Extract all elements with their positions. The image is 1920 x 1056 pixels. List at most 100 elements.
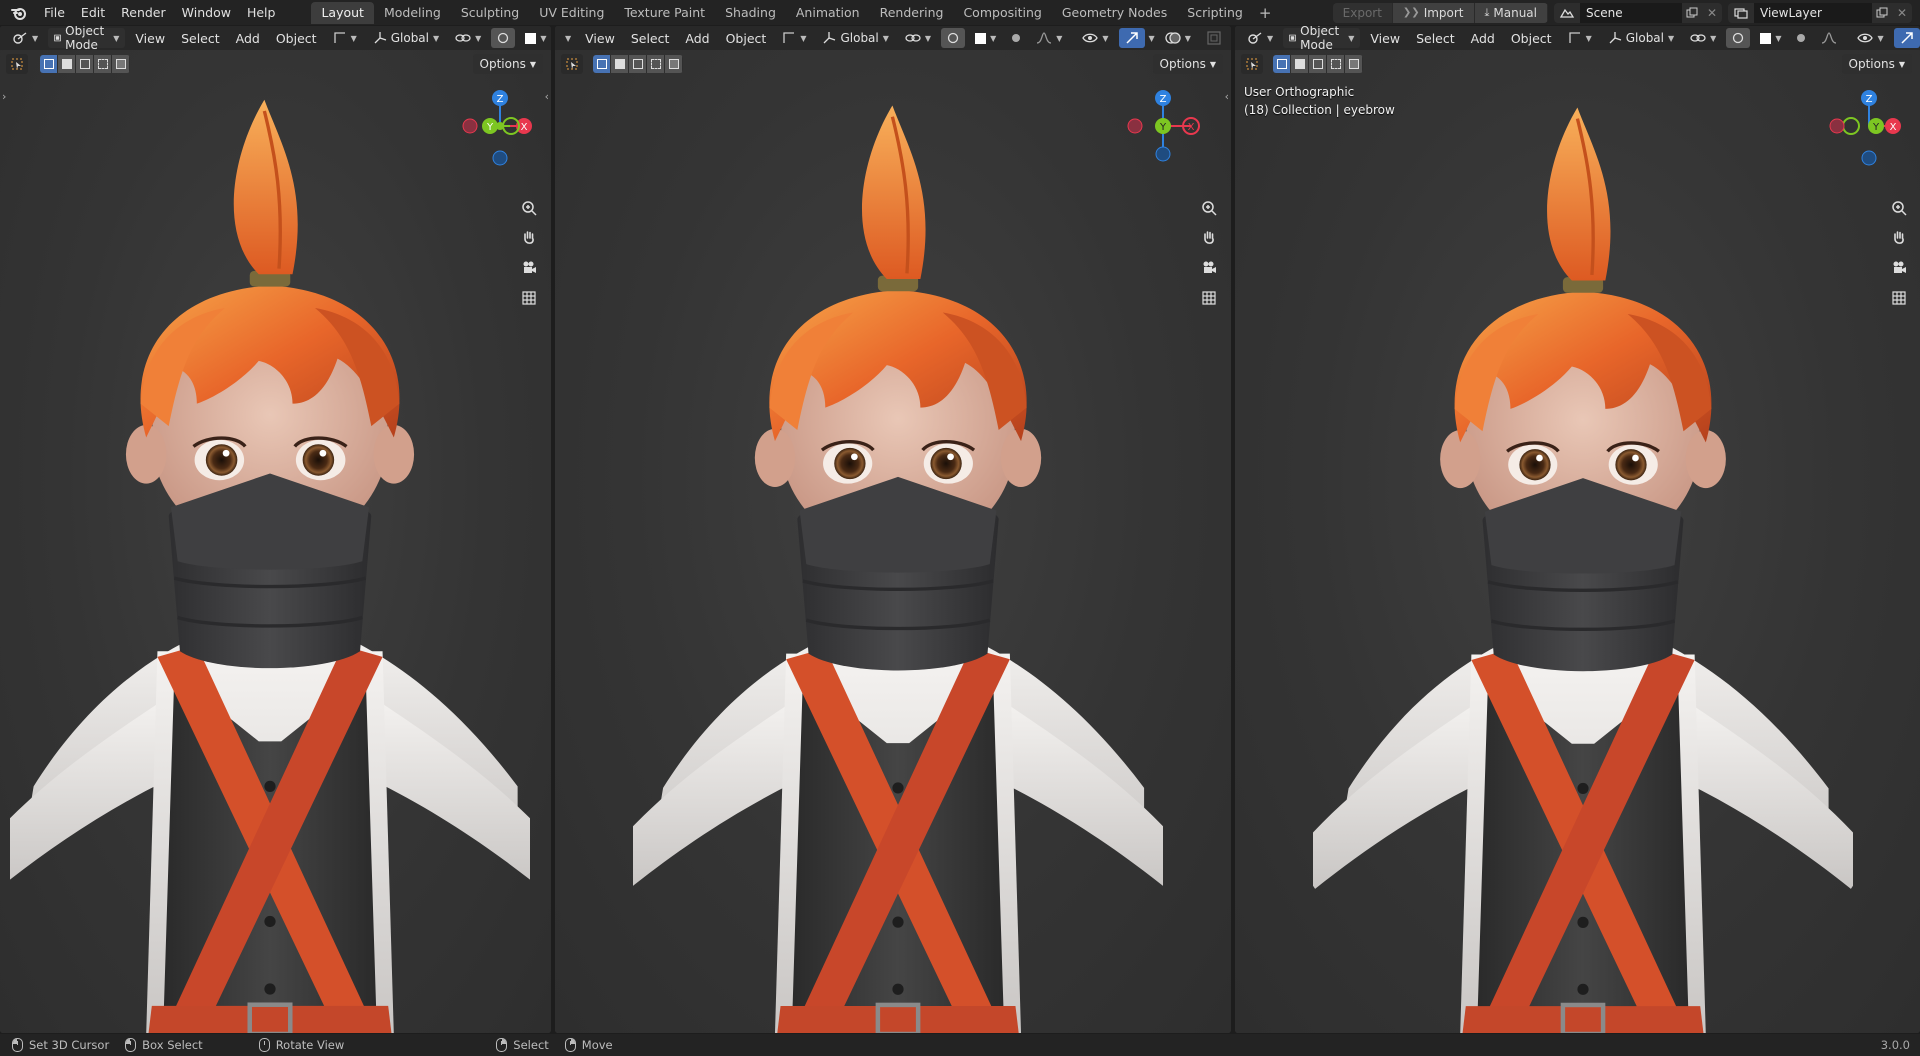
menu-render[interactable]: Render — [113, 0, 174, 25]
tab-sculpting[interactable]: Sculpting — [451, 2, 529, 24]
pan-hand-icon[interactable] — [1196, 225, 1222, 251]
tab-texture-paint[interactable]: Texture Paint — [614, 2, 715, 24]
selection-invert-icon[interactable] — [94, 55, 112, 73]
visibility-button[interactable]: ▼ — [1851, 28, 1889, 48]
selection-invert-icon[interactable] — [1327, 55, 1345, 73]
snap-button[interactable]: ▼ — [899, 28, 937, 48]
pivot-point-button[interactable] — [1791, 28, 1811, 48]
tab-uv-editing[interactable]: UV Editing — [529, 2, 614, 24]
selection-intersect-icon[interactable] — [1345, 55, 1363, 73]
selection-new-icon[interactable] — [40, 55, 58, 73]
snap-button[interactable]: ▼ — [1684, 28, 1722, 48]
transform-pivot-button[interactable]: ▼ — [1562, 28, 1598, 48]
visibility-button[interactable]: ▼ — [1076, 28, 1114, 48]
scene-name-input[interactable] — [1580, 2, 1682, 23]
selection-extend-icon[interactable] — [611, 55, 629, 73]
blender-logo-icon[interactable] — [8, 2, 30, 24]
sidebar-expand-arrow[interactable]: ‹ — [1225, 90, 1229, 103]
transform-pivot-button[interactable]: ▼ — [327, 28, 363, 48]
zoom-icon[interactable] — [1196, 195, 1222, 221]
proportional-edit-button[interactable] — [941, 28, 966, 48]
menu-select[interactable]: Select — [625, 31, 676, 46]
zoom-icon[interactable] — [1886, 195, 1912, 221]
options-dropdown[interactable]: Options ▼ — [1841, 54, 1912, 74]
camera-icon[interactable] — [1196, 255, 1222, 281]
selection-intersect-icon[interactable] — [112, 55, 130, 73]
grid-icon[interactable] — [1196, 285, 1222, 311]
menu-view[interactable]: View — [129, 31, 171, 46]
menu-add[interactable]: Add — [679, 31, 715, 46]
tab-rendering[interactable]: Rendering — [870, 2, 954, 24]
new-view-layer-icon[interactable] — [1872, 2, 1892, 23]
tab-animation[interactable]: Animation — [786, 2, 870, 24]
selection-extend-icon[interactable] — [1291, 55, 1309, 73]
viewport-right[interactable]: ▼ Object Mode ▼ View Select Add Object ▼… — [1235, 26, 1920, 1033]
transform-pivot-button[interactable]: ▼ — [776, 28, 812, 48]
orientation-selector[interactable]: Global ▼ — [367, 28, 445, 48]
menu-view[interactable]: View — [579, 31, 621, 46]
options-dropdown[interactable]: Options ▼ — [472, 54, 543, 74]
sidebar-expand-arrow[interactable]: ‹ — [545, 90, 549, 103]
editor-type-button[interactable]: ▼ — [1241, 28, 1279, 48]
view-layer-icon[interactable] — [1728, 2, 1754, 23]
tab-shading[interactable]: Shading — [715, 2, 786, 24]
orientation-selector[interactable]: Global ▼ — [816, 28, 894, 48]
falloff-button[interactable]: ▼ — [1754, 28, 1787, 48]
menu-add[interactable]: Add — [1465, 31, 1501, 46]
mode-selector[interactable]: Object Mode ▼ — [48, 26, 126, 52]
new-scene-icon[interactable] — [1682, 2, 1702, 23]
chevron-down-icon[interactable]: ▼ — [1149, 34, 1155, 43]
tab-layout[interactable]: Layout — [311, 1, 374, 24]
proportional-edit-button[interactable] — [491, 28, 516, 48]
overlays-button[interactable]: ▼ — [1159, 28, 1197, 48]
tab-compositing[interactable]: Compositing — [953, 2, 1051, 24]
navigation-gizmo[interactable]: Z X Y — [460, 86, 540, 166]
menu-add[interactable]: Add — [230, 31, 266, 46]
add-workspace-button[interactable]: + — [1253, 4, 1278, 22]
menu-edit[interactable]: Edit — [73, 0, 113, 25]
tab-modeling[interactable]: Modeling — [374, 2, 451, 24]
gizmo-toggle-button[interactable] — [1893, 28, 1920, 48]
menu-object[interactable]: Object — [270, 31, 323, 46]
falloff-curve-button[interactable] — [1815, 28, 1843, 48]
proportional-edit-button[interactable] — [1726, 28, 1751, 48]
active-tool-button[interactable] — [6, 54, 28, 74]
grid-icon[interactable] — [516, 285, 542, 311]
scene-icon[interactable] — [1554, 2, 1580, 23]
selection-extend-icon[interactable] — [58, 55, 76, 73]
falloff-curve-button[interactable]: ▼ — [1030, 28, 1068, 48]
falloff-button[interactable]: ▼ — [969, 28, 1002, 48]
mode-selector[interactable]: Object Mode ▼ — [1283, 26, 1361, 52]
navigation-gizmo[interactable]: Z X Y — [1123, 86, 1203, 166]
navigation-gizmo[interactable]: Z Y X — [1829, 86, 1909, 166]
selection-subtract-icon[interactable] — [76, 55, 94, 73]
export-button[interactable]: Export — [1332, 2, 1393, 23]
chevron-down-icon[interactable]: ▼ — [561, 34, 575, 43]
zoom-icon[interactable] — [516, 195, 542, 221]
menu-help[interactable]: Help — [239, 0, 284, 25]
orientation-selector[interactable]: Global ▼ — [1602, 28, 1680, 48]
pivot-point-button[interactable] — [1006, 28, 1026, 48]
camera-icon[interactable] — [516, 255, 542, 281]
menu-select[interactable]: Select — [175, 31, 226, 46]
gizmo-toggle-button[interactable] — [1118, 28, 1145, 48]
menu-view[interactable]: View — [1364, 31, 1406, 46]
menu-object[interactable]: Object — [1505, 31, 1558, 46]
editor-type-button[interactable]: ▼ — [6, 28, 44, 48]
grid-icon[interactable] — [1886, 285, 1912, 311]
falloff-button[interactable]: ▼ — [519, 28, 551, 48]
active-tool-button[interactable] — [1241, 54, 1263, 74]
selection-invert-icon[interactable] — [647, 55, 665, 73]
menu-file[interactable]: File — [36, 0, 73, 25]
selection-subtract-icon[interactable] — [629, 55, 647, 73]
xray-button[interactable] — [1201, 28, 1227, 48]
menu-object[interactable]: Object — [720, 31, 773, 46]
pan-hand-icon[interactable] — [1886, 225, 1912, 251]
selection-new-icon[interactable] — [1273, 55, 1291, 73]
snap-button[interactable]: ▼ — [449, 28, 487, 48]
options-dropdown[interactable]: Options ▼ — [1152, 54, 1223, 74]
pan-hand-icon[interactable] — [516, 225, 542, 251]
selection-new-icon[interactable] — [593, 55, 611, 73]
tab-geometry-nodes[interactable]: Geometry Nodes — [1052, 2, 1177, 24]
toolbar-expand-arrow[interactable]: › — [2, 90, 6, 103]
